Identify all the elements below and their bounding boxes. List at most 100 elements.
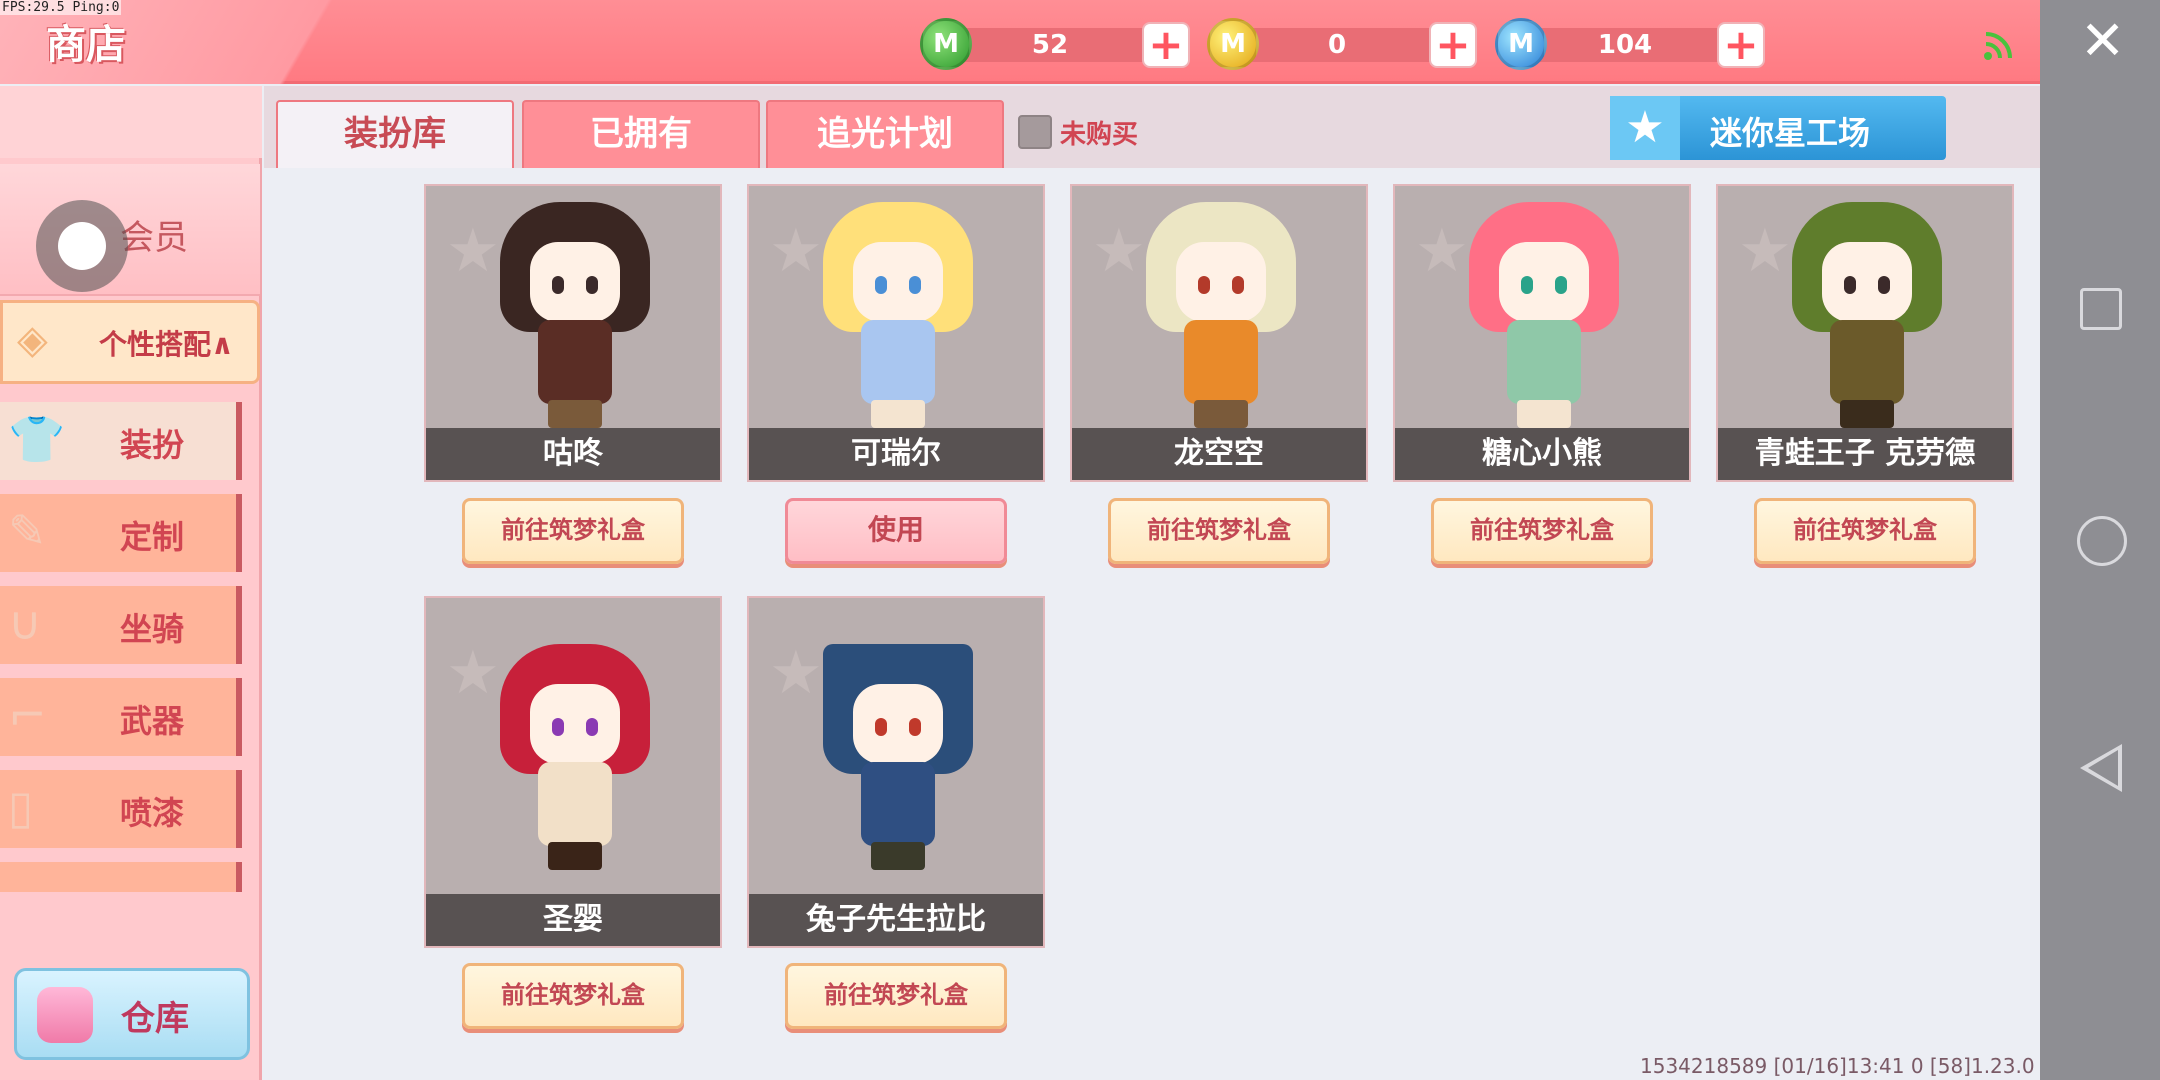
sidebar-item-label: 喷漆 <box>120 794 185 832</box>
character-body <box>538 320 612 404</box>
star-icon: ★ <box>446 638 500 708</box>
sidebar-item-weapon[interactable]: ⌐ 武器 <box>0 678 242 756</box>
sidebar-item-spray[interactable]: ▯ 喷漆 <box>0 770 242 848</box>
character-body <box>861 762 935 846</box>
character-body <box>861 320 935 404</box>
sidebar-item-custom[interactable]: ✎ 定制 <box>0 494 242 572</box>
star-icon: ★ <box>1092 216 1146 286</box>
outfit-card[interactable]: ★ 兔子先生拉比 <box>747 596 1045 948</box>
outfit-card[interactable]: ★ 咕咚 <box>424 184 722 482</box>
add-blue-coin-button[interactable]: + <box>1717 22 1765 68</box>
add-gold-coin-button[interactable]: + <box>1429 22 1477 68</box>
outfit-card[interactable]: ★ 圣婴 <box>424 596 722 948</box>
sidebar-item-more[interactable] <box>0 862 242 892</box>
character-body <box>1507 320 1581 404</box>
character-face <box>530 684 620 764</box>
use-button[interactable]: 使用 <box>785 498 1007 564</box>
pencil-icon: ✎ <box>8 504 47 558</box>
character-preview <box>500 202 650 428</box>
outfit-name: 圣婴 <box>426 894 720 946</box>
sidebar-section-personal[interactable]: ◈ 个性搭配∧ <box>0 300 260 384</box>
go-dream-box-button[interactable]: 前往筑梦礼盒 <box>785 963 1007 1029</box>
outfit-card[interactable]: ★ 青蛙王子 克劳德 <box>1716 184 2014 482</box>
tab-owned[interactable]: 已拥有 <box>522 100 760 168</box>
character-legs <box>871 400 925 428</box>
sidebar-item-label: 定制 <box>120 518 185 556</box>
sidebar-item-outfit[interactable]: 👕 装扮 <box>0 402 242 480</box>
currency-amount: 52 <box>1031 30 1069 60</box>
gold-coin-icon: M <box>1207 18 1259 70</box>
star-icon: ★ <box>1610 96 1680 160</box>
joystick-knob[interactable] <box>58 222 106 270</box>
outfit-name: 糖心小熊 <box>1395 428 1689 480</box>
sidebar-item-mount[interactable]: ∪ 坐骑 <box>0 586 242 664</box>
backpack-icon <box>37 987 93 1043</box>
sidebar-item-label: 会员 <box>120 218 188 258</box>
character-legs <box>1840 400 1894 428</box>
outfit-name: 龙空空 <box>1072 428 1366 480</box>
go-dream-box-button[interactable]: 前往筑梦礼盒 <box>462 963 684 1029</box>
character-preview <box>823 202 973 428</box>
character-body <box>1830 320 1904 404</box>
tab-chase-light-plan[interactable]: 追光计划 <box>766 100 1004 168</box>
character-preview <box>1146 202 1296 428</box>
recent-apps-icon[interactable] <box>2080 288 2122 330</box>
outfit-name: 青蛙王子 克劳德 <box>1718 428 2012 480</box>
version-info: 1534218589 [01/16]13:41 0 [58]1.23.0 <box>1640 1054 2035 1078</box>
outfit-card[interactable]: ★ 可瑞尔 <box>747 184 1045 482</box>
go-dream-box-button[interactable]: 前往筑梦礼盒 <box>1431 498 1653 564</box>
go-dream-box-button[interactable]: 前往筑梦礼盒 <box>462 498 684 564</box>
system-nav-bar: ✕ <box>2040 0 2160 1080</box>
sidebar-section-label: 个性搭配∧ <box>99 328 234 361</box>
character-body <box>538 762 612 846</box>
close-icon[interactable]: ✕ <box>2080 14 2125 68</box>
character-preview <box>823 644 973 870</box>
floating-joystick[interactable] <box>36 200 128 292</box>
outfit-card[interactable]: ★ 糖心小熊 <box>1393 184 1691 482</box>
currency-blue: M 104 + <box>1495 18 1765 70</box>
gun-icon: ⌐ <box>8 688 47 742</box>
character-preview <box>1469 202 1619 428</box>
currency-amount: 104 <box>1597 30 1653 60</box>
sidebar-item-label: 武器 <box>120 702 185 740</box>
star-icon: ★ <box>1415 216 1469 286</box>
sidebar-header <box>0 86 262 158</box>
sidebar-item-label: 坐骑 <box>120 610 185 648</box>
currency-amount: 0 <box>1327 30 1347 60</box>
star-icon: ★ <box>769 638 823 708</box>
character-legs <box>548 400 602 428</box>
spray-can-icon: ▯ <box>8 780 34 834</box>
character-preview <box>500 644 650 870</box>
sidebar-item-label: 装扮 <box>120 426 185 464</box>
outfit-name: 兔子先生拉比 <box>749 894 1043 946</box>
home-icon[interactable] <box>2077 516 2127 566</box>
page-title: 商店 <box>46 22 126 68</box>
warehouse-button[interactable]: 仓库 <box>14 968 250 1060</box>
add-green-coin-button[interactable]: + <box>1142 22 1190 68</box>
character-face <box>1499 242 1589 322</box>
star-icon: ★ <box>1738 216 1792 286</box>
tab-outfit-library[interactable]: 装扮库 <box>276 100 514 168</box>
saddle-icon: ∪ <box>8 596 42 650</box>
currency-green: M 52 + <box>920 18 1190 70</box>
not-purchased-filter[interactable]: 未购买 <box>1018 112 1138 152</box>
signal-icon <box>1982 30 2014 62</box>
outfit-name: 咕咚 <box>426 428 720 480</box>
character-face <box>853 242 943 322</box>
green-coin-icon: M <box>920 18 972 70</box>
shirt-icon: 👕 <box>8 412 66 466</box>
currency-gold: M 0 + <box>1207 18 1477 70</box>
go-dream-box-button[interactable]: 前往筑梦礼盒 <box>1754 498 1976 564</box>
top-bar: 商店 M 52 + M 0 + M 104 + <box>0 0 2040 84</box>
go-dream-box-button[interactable]: 前往筑梦礼盒 <box>1108 498 1330 564</box>
fps-readout: FPS:29.5 Ping:0 <box>0 0 122 15</box>
filter-checkbox[interactable] <box>1018 115 1052 149</box>
outfit-card[interactable]: ★ 龙空空 <box>1070 184 1368 482</box>
character-preview <box>1792 202 1942 428</box>
warehouse-label: 仓库 <box>121 999 189 1039</box>
character-legs <box>548 842 602 870</box>
mini-workshop-button[interactable]: ★ 迷你星工场 <box>1610 96 1946 160</box>
outfit-name: 可瑞尔 <box>749 428 1043 480</box>
character-face <box>1176 242 1266 322</box>
back-icon[interactable] <box>2080 744 2122 792</box>
